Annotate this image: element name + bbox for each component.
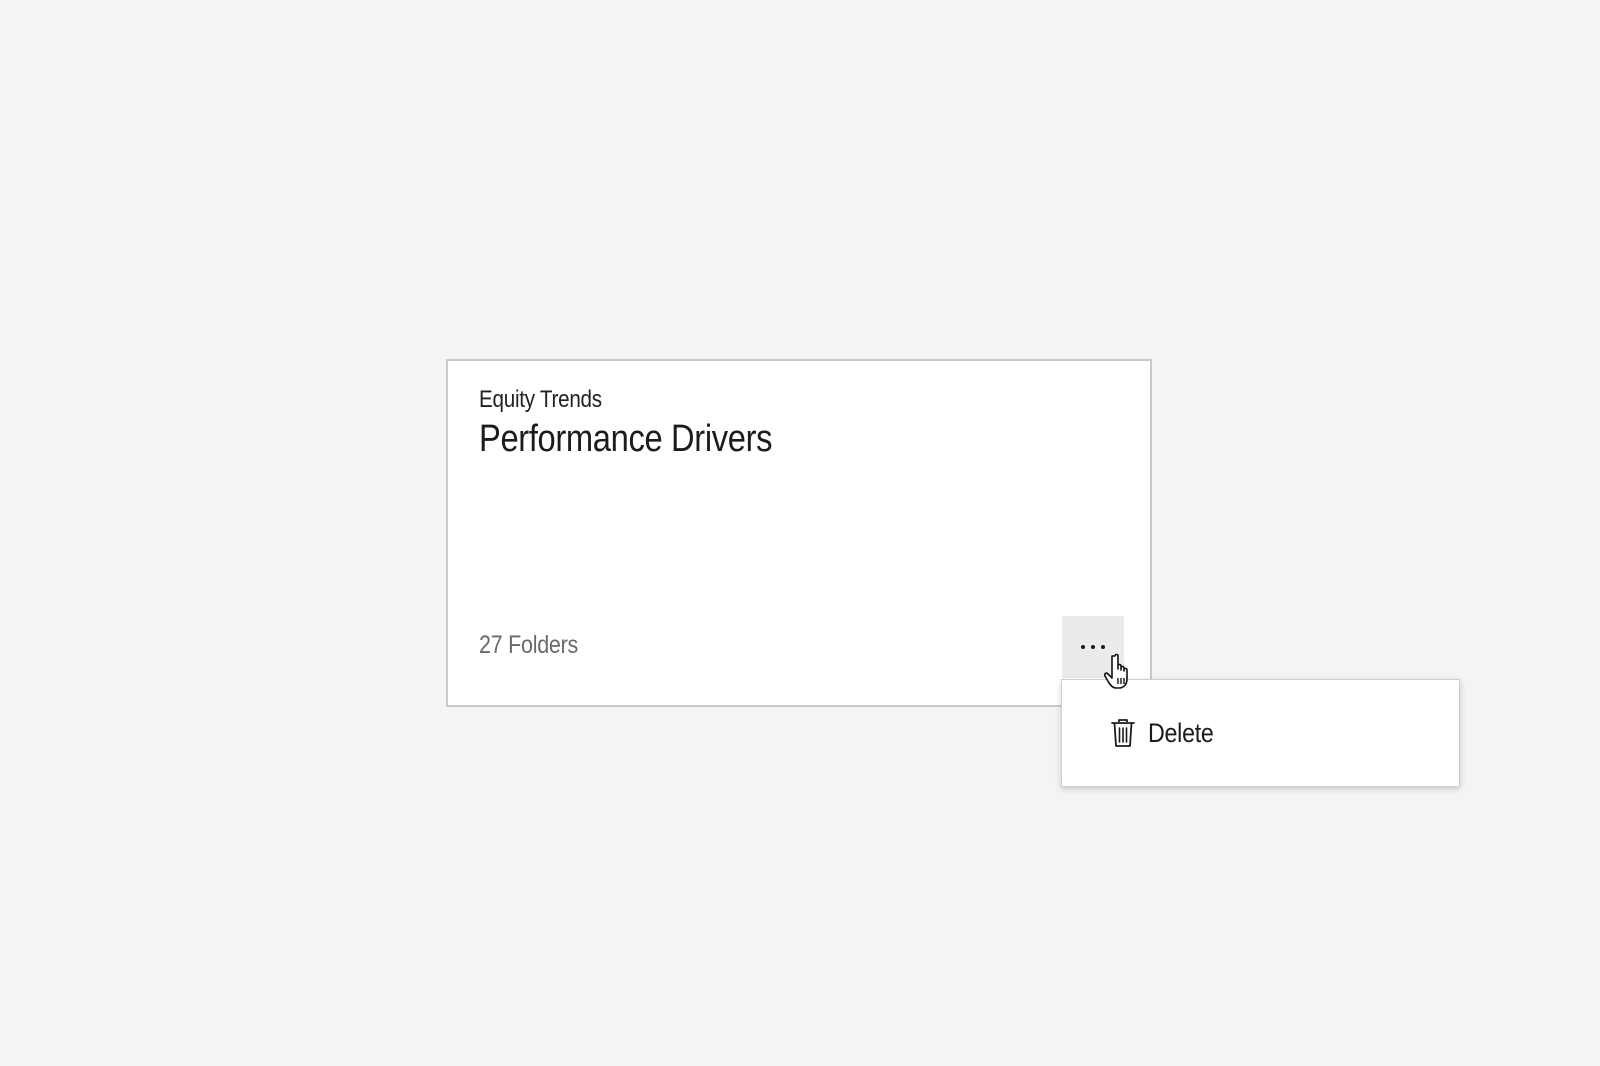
card-subtitle: Equity Trends [479, 386, 602, 413]
more-horizontal-icon [1081, 645, 1105, 649]
menu-item-delete[interactable]: Delete [1110, 714, 1224, 752]
more-options-button[interactable] [1062, 616, 1124, 678]
card-title: Performance Drivers [479, 418, 773, 460]
folder-card[interactable]: Equity Trends Performance Drivers 27 Fol… [446, 359, 1152, 707]
context-menu: Delete [1061, 679, 1460, 787]
menu-item-label: Delete [1148, 718, 1214, 748]
trash-icon [1111, 719, 1135, 747]
folder-count: 27 Folders [479, 631, 579, 659]
